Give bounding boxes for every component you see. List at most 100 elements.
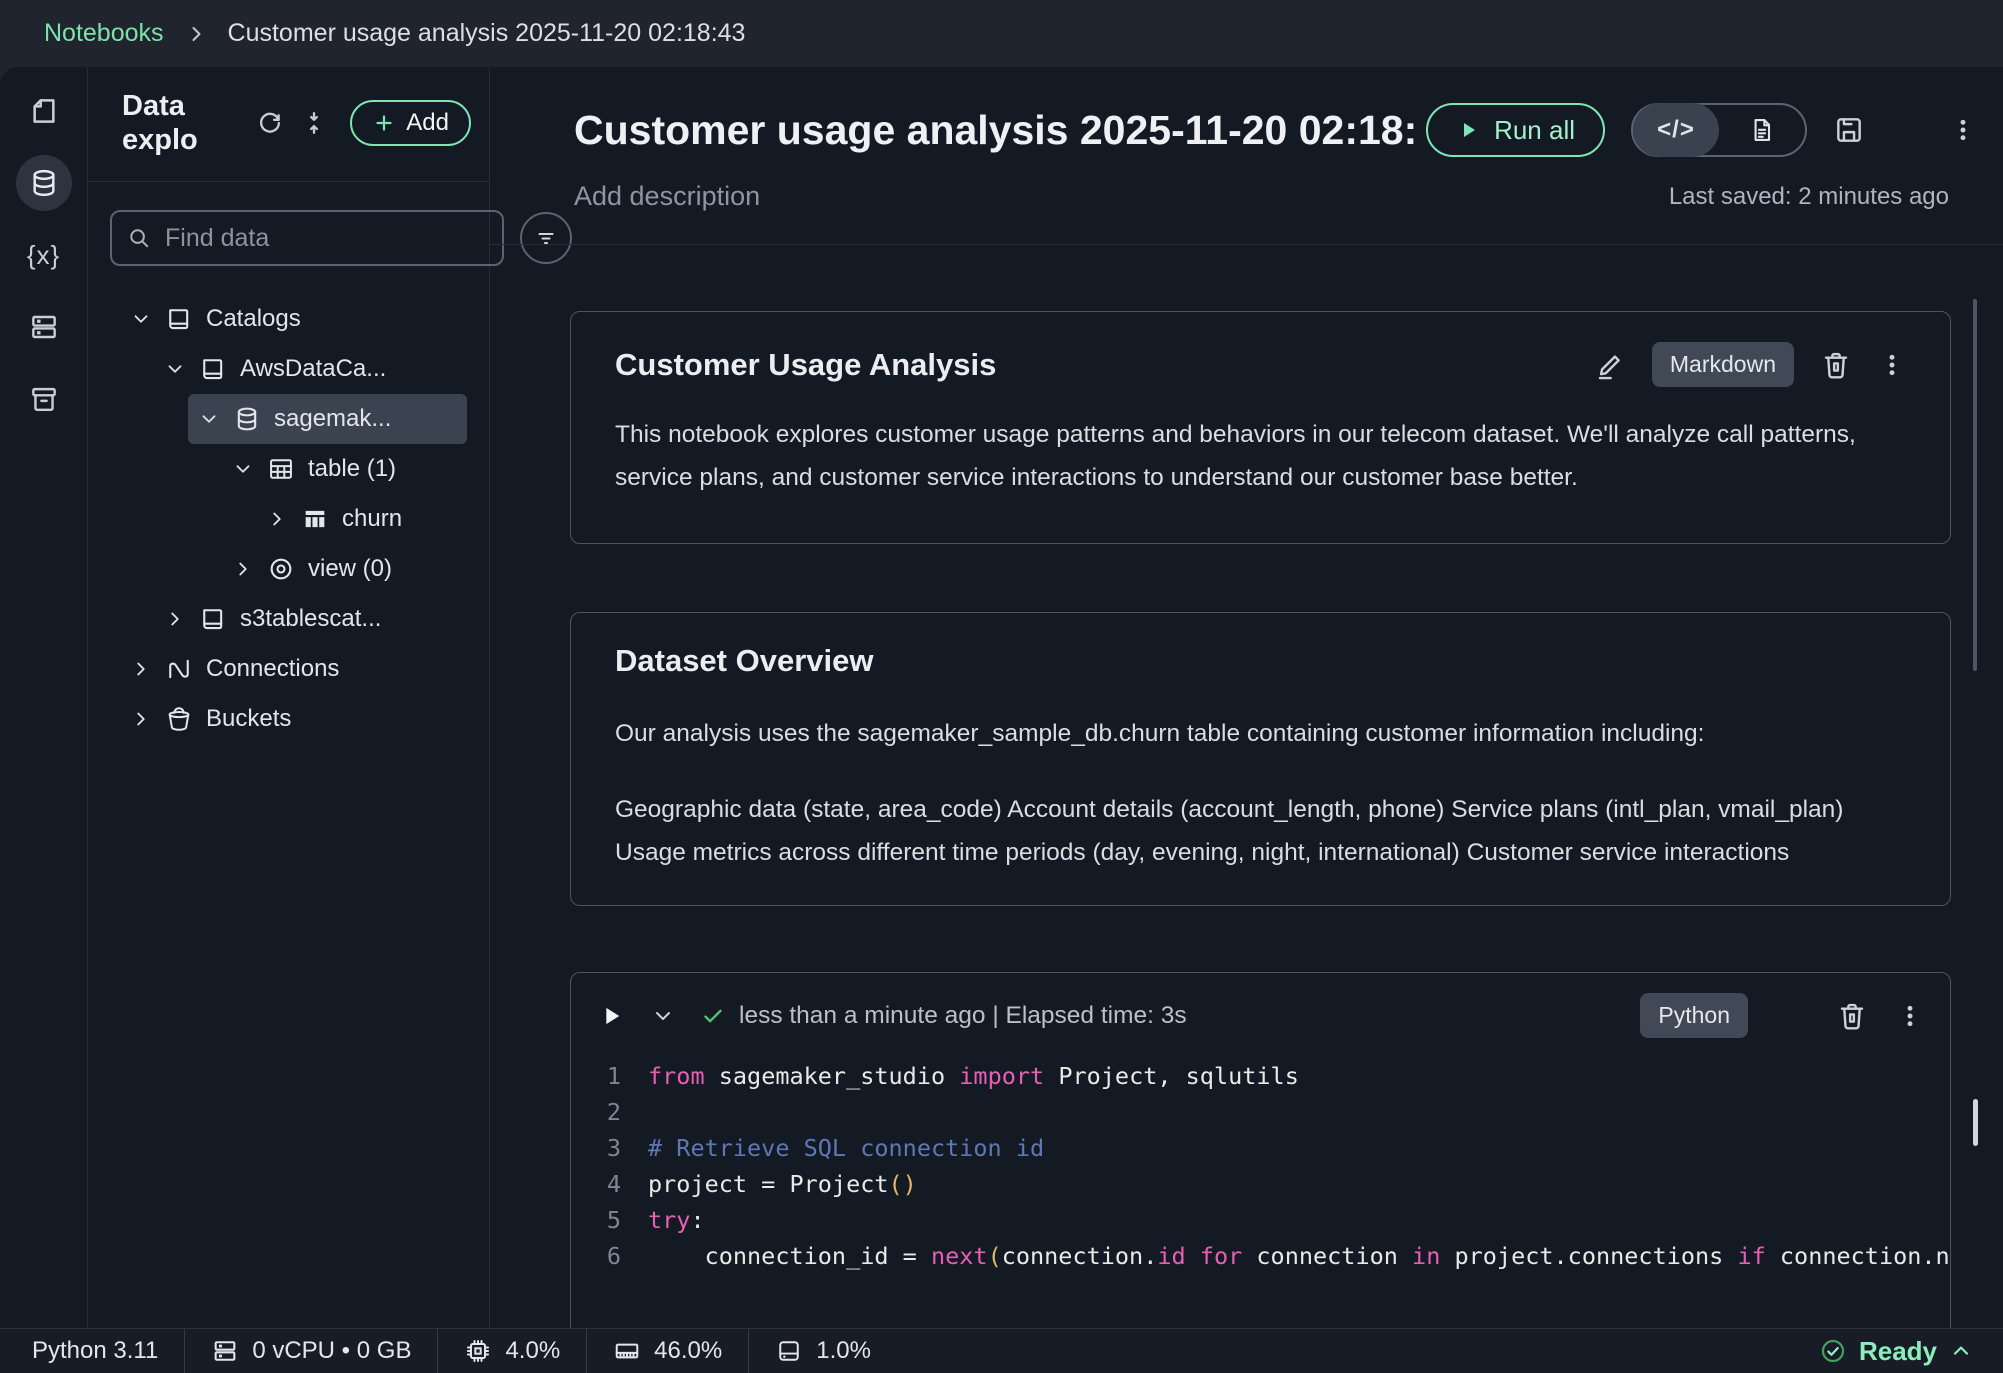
code-editor[interactable]: 1from sagemaker_studio import Project, s… [571, 1058, 1950, 1274]
code-cell-1[interactable]: less than a minute ago | Elapsed time: 3… [570, 972, 1951, 1352]
add-data-button[interactable]: Add [350, 100, 471, 146]
code-view-toggle[interactable]: </> [1633, 103, 1719, 157]
tree-chevron-icon[interactable] [130, 708, 152, 730]
kebab-icon [1896, 1002, 1924, 1030]
tree-item-awsdataca[interactable]: AwsDataCa... [154, 344, 467, 394]
tree-chevron-icon[interactable] [130, 308, 152, 330]
code-line[interactable]: 5try: [571, 1202, 1950, 1238]
tree-chevron-icon[interactable] [232, 558, 254, 580]
search-icon [127, 226, 151, 250]
markdown-cell-1[interactable]: Customer Usage Analysis Markdown This no… [570, 311, 1951, 544]
columns-icon [301, 505, 329, 533]
ai-assistant-button[interactable] [1891, 114, 1923, 146]
notebook-menu-button[interactable] [1949, 116, 1977, 144]
disk-icon [775, 1337, 803, 1365]
notebook-main: Customer usage analysis 2025-11-20 02:18… [490, 67, 2003, 1373]
tree-item-table-1[interactable]: table (1) [222, 444, 467, 494]
edit-cell-button[interactable] [1594, 349, 1626, 381]
cpu-usage[interactable]: 4.0% [438, 1329, 586, 1373]
tree-item-view-0[interactable]: view (0) [222, 544, 467, 594]
breadcrumb-current-page: Customer usage analysis 2025-11-20 02:18… [228, 19, 746, 48]
tree-chevron-icon[interactable] [198, 408, 220, 430]
code-line[interactable]: 3# Retrieve SQL connection id [571, 1130, 1950, 1166]
database-icon [233, 405, 261, 433]
variables-icon[interactable]: {x} [16, 227, 72, 283]
notebook-header: Customer usage analysis 2025-11-20 02:18… [490, 67, 2003, 212]
tree-item-sagemak[interactable]: sagemak... [188, 394, 467, 444]
pencil-icon [1594, 349, 1626, 381]
cell-language-badge[interactable]: Python [1640, 993, 1748, 1038]
cell-menu-button[interactable] [1896, 1002, 1924, 1030]
tree-item-label: sagemak... [274, 405, 391, 433]
tree-chevron-icon[interactable] [232, 458, 254, 480]
tree-item-connections[interactable]: Connections [120, 644, 467, 694]
save-button[interactable] [1833, 114, 1865, 146]
kebab-icon [1878, 351, 1906, 379]
check-circle-icon [1819, 1337, 1847, 1365]
data-explorer-body: CatalogsAwsDataCa... sagemak... table (1)c… [88, 182, 489, 744]
code-icon: </> [1657, 116, 1695, 144]
code-line[interactable]: 2 [571, 1094, 1950, 1130]
memory-usage[interactable]: 46.0% [587, 1329, 748, 1373]
kebab-icon [1949, 116, 1977, 144]
code-line[interactable]: 6 connection_id = next(connection.id for… [571, 1238, 1950, 1274]
ai-assistant-button[interactable] [1776, 1000, 1808, 1032]
view-icon [267, 555, 295, 583]
search-input[interactable] [165, 224, 487, 253]
tree-item-buckets[interactable]: Buckets [120, 694, 467, 744]
delete-cell-button[interactable] [1820, 349, 1852, 381]
view-mode-toggle: </> [1631, 103, 1807, 157]
tree-chevron-icon[interactable] [164, 608, 186, 630]
compute-status[interactable]: 0 vCPU • 0 GB [185, 1329, 437, 1373]
tree-item-label: s3tablescat... [240, 605, 381, 633]
code-line[interactable]: 4project = Project() [571, 1166, 1950, 1202]
archive-icon[interactable] [16, 371, 72, 427]
kernel-status[interactable]: Python 3.11 [0, 1329, 184, 1373]
kernel-label: Python 3.11 [32, 1337, 158, 1365]
layout-panels-icon[interactable] [16, 299, 72, 355]
delete-cell-button[interactable] [1836, 1000, 1868, 1032]
breadcrumb: Notebooks Customer usage analysis 2025-1… [0, 0, 2003, 67]
cell-body-text: Geographic data (state, area_code) Accou… [615, 788, 1906, 874]
kernel-ready-status[interactable]: Ready [1819, 1336, 2003, 1367]
line-number: 5 [571, 1202, 621, 1238]
disk-usage[interactable]: 1.0% [749, 1329, 897, 1373]
tree-chevron-icon[interactable] [164, 358, 186, 380]
breadcrumb-notebooks-link[interactable]: Notebooks [44, 19, 164, 48]
code-scrollbar-thumb[interactable] [1973, 1099, 1978, 1146]
app-surface: {x} Data explo Add [0, 67, 2003, 1373]
cell-menu-button[interactable] [1878, 351, 1906, 379]
collapse-all-icon[interactable] [300, 109, 328, 137]
cpu-chip-icon [464, 1337, 492, 1365]
tree-item-s3tablescat[interactable]: s3tablescat... [154, 594, 467, 644]
sparkle-icon [1776, 1000, 1808, 1032]
markdown-cell-2[interactable]: Dataset Overview Our analysis uses the s… [570, 612, 1951, 906]
tree-item-churn[interactable]: churn [256, 494, 467, 544]
panel-title: Data explo [122, 89, 240, 157]
tree-chevron-icon[interactable] [266, 508, 288, 530]
add-description[interactable]: Add description [574, 181, 760, 212]
line-number: 4 [571, 1166, 621, 1202]
cell-collapse-button[interactable] [651, 1004, 675, 1028]
play-icon [1456, 118, 1480, 142]
tree-chevron-icon[interactable] [130, 658, 152, 680]
save-icon [1833, 114, 1865, 146]
server-icon [211, 1337, 239, 1365]
tree-item-catalogs[interactable]: Catalogs [120, 294, 467, 344]
notebook-files-icon[interactable] [16, 83, 72, 139]
cell-body-text: Our analysis uses the sagemaker_sample_d… [615, 712, 1906, 755]
cell-type-badge[interactable]: Markdown [1652, 342, 1794, 387]
ready-label: Ready [1859, 1336, 1937, 1367]
data-explorer-header: Data explo Add [88, 67, 489, 182]
notebook-scrollbar[interactable] [1973, 299, 1977, 671]
code-line[interactable]: 1from sagemaker_studio import Project, s… [571, 1058, 1950, 1094]
data-explorer-icon[interactable] [16, 155, 72, 211]
refresh-icon[interactable] [256, 109, 284, 137]
trash-icon [1820, 349, 1852, 381]
document-view-toggle[interactable] [1719, 103, 1805, 157]
connections-icon [165, 655, 193, 683]
line-number: 6 [571, 1238, 621, 1274]
find-data-search[interactable] [110, 210, 504, 266]
run-all-button[interactable]: Run all [1426, 103, 1605, 157]
run-cell-button[interactable] [597, 1002, 625, 1030]
